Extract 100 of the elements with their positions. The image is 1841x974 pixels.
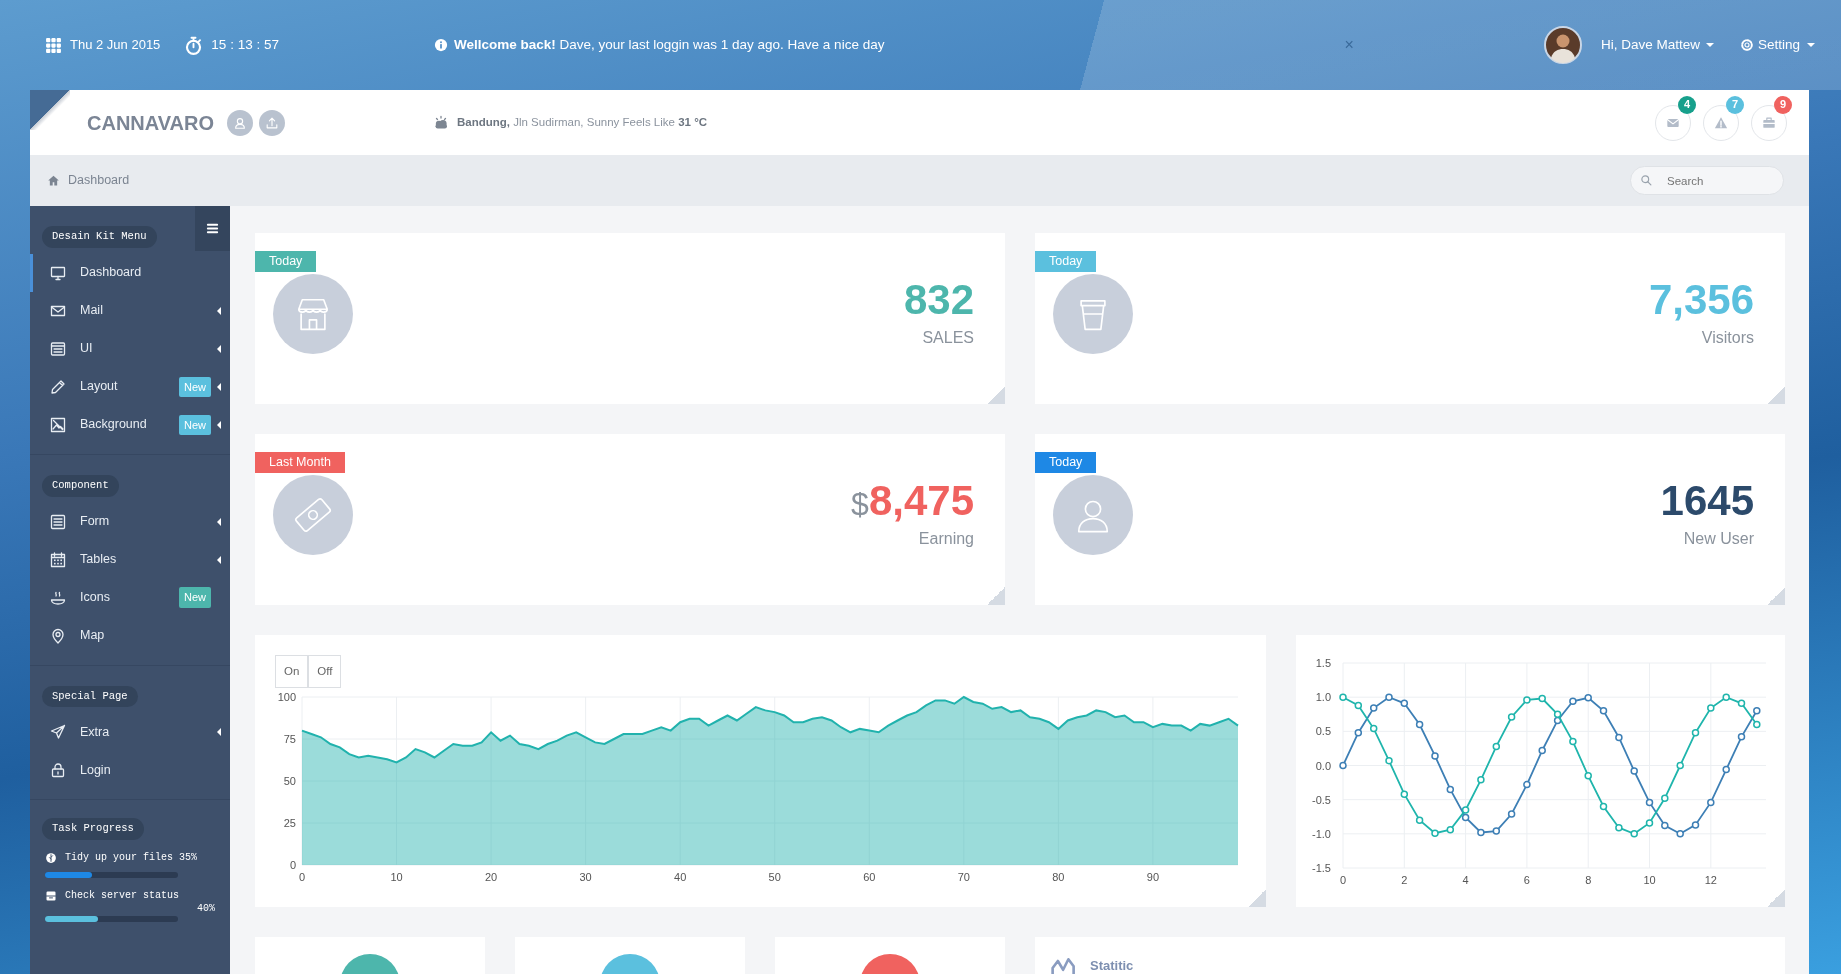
pencil-icon xyxy=(50,378,66,395)
point xyxy=(1339,761,1347,770)
point xyxy=(1354,728,1363,737)
point xyxy=(1523,780,1531,789)
task-label: Tidy up your files 35% xyxy=(65,851,198,865)
axis-label: 90 xyxy=(1146,871,1160,884)
pin-icon xyxy=(50,627,66,644)
point xyxy=(1737,733,1746,741)
upload-button[interactable] xyxy=(259,109,285,136)
list-icon xyxy=(50,513,66,530)
window-icon xyxy=(50,340,66,357)
point xyxy=(1400,790,1409,798)
section-heading: Task Progress xyxy=(42,818,144,840)
point xyxy=(1630,767,1638,775)
menu-icon xyxy=(205,221,220,236)
sidebar-item[interactable]: Map xyxy=(30,616,230,655)
point xyxy=(1538,746,1546,755)
sidebar-item[interactable]: Layout New xyxy=(30,367,230,406)
search-icon xyxy=(1640,174,1652,186)
stat-value: 1645 xyxy=(1660,478,1754,524)
axis-label: 1.0 xyxy=(1315,691,1331,704)
period-tag: Today xyxy=(1035,452,1097,473)
stat-value: 7,356 xyxy=(1648,277,1754,323)
stat-label: SALES xyxy=(921,328,974,349)
new-badge: New xyxy=(179,414,211,435)
axis-label: 2 xyxy=(1401,874,1408,886)
point xyxy=(1492,827,1501,835)
stat-label: New User xyxy=(1682,529,1754,550)
point xyxy=(1630,830,1638,838)
toggle-button[interactable]: On xyxy=(275,655,309,689)
point xyxy=(1400,699,1409,708)
point xyxy=(1385,756,1393,765)
count-badge: 4 xyxy=(1678,95,1696,114)
point xyxy=(1645,819,1654,827)
count-badge: 9 xyxy=(1774,95,1792,114)
sidebar-item[interactable]: Dashboard xyxy=(30,253,230,292)
point xyxy=(1369,724,1378,733)
axis-label: 40 xyxy=(674,871,687,884)
user-icon xyxy=(233,115,247,130)
axis-label: 75 xyxy=(283,733,296,746)
welcome-message: Wellcome back! Dave, your last loggin was 1 day ago. Have a nice day xyxy=(453,35,885,54)
axis-label: 12 xyxy=(1704,874,1717,886)
axis-label: 30 xyxy=(579,871,592,884)
caret-icon xyxy=(1705,43,1714,47)
point xyxy=(1461,813,1470,822)
stat-label: Visitors xyxy=(1700,328,1754,349)
image-icon xyxy=(50,416,66,433)
toggle-button[interactable]: Off xyxy=(308,655,342,689)
axis-label: -0.5 xyxy=(1312,793,1331,806)
sidebar-item[interactable]: UI xyxy=(30,329,230,368)
sidebar-item[interactable]: Form xyxy=(30,502,230,541)
axis-label: 8 xyxy=(1585,874,1592,886)
point xyxy=(1615,823,1623,832)
axis-label: 20 xyxy=(484,871,498,884)
point xyxy=(1492,742,1501,751)
axis-label: 4 xyxy=(1462,874,1469,886)
point xyxy=(1661,794,1669,803)
point xyxy=(1446,825,1455,834)
task-label: Check server status xyxy=(65,889,180,903)
task-percent: 40% xyxy=(197,902,215,916)
sidebar-item[interactable]: Extra xyxy=(30,713,230,752)
stat-value: 832 xyxy=(903,277,974,323)
search-field[interactable]: Search xyxy=(1630,166,1784,195)
point xyxy=(1753,720,1761,729)
profile-button[interactable] xyxy=(227,109,253,136)
sidebar-item[interactable]: Tables xyxy=(30,540,230,579)
settings-icon xyxy=(1739,38,1754,52)
new-badge: New xyxy=(179,376,211,397)
point xyxy=(1691,728,1700,737)
point xyxy=(1661,821,1669,830)
point xyxy=(1569,737,1577,746)
lock-icon xyxy=(50,762,66,779)
axis-label: 10 xyxy=(1643,874,1656,886)
point xyxy=(1584,694,1592,702)
point xyxy=(1599,802,1608,811)
point xyxy=(1339,693,1347,701)
period-tag: Last Month xyxy=(255,452,345,473)
sidebar-item[interactable]: Icons New xyxy=(30,578,230,617)
point xyxy=(1477,776,1485,784)
menu-button[interactable] xyxy=(195,206,230,251)
axis-label: 50 xyxy=(768,871,781,884)
point xyxy=(1507,713,1516,721)
point xyxy=(1553,710,1562,719)
section-heading: Desain Kit Menu xyxy=(42,226,157,248)
sidebar-item[interactable]: Login xyxy=(30,751,230,790)
sidebar-item[interactable]: Mail xyxy=(30,291,230,330)
axis-label: 10 xyxy=(390,871,403,884)
sidebar-item[interactable]: Background New xyxy=(30,405,230,444)
point xyxy=(1676,830,1684,838)
point xyxy=(1507,810,1516,818)
point xyxy=(1615,733,1623,742)
point xyxy=(1415,720,1424,729)
section-heading: Component xyxy=(42,474,119,497)
point xyxy=(1645,798,1654,807)
point xyxy=(1676,761,1684,770)
axis-label: 0.5 xyxy=(1315,725,1331,738)
period-tag: Today xyxy=(1035,251,1097,272)
plane-icon xyxy=(50,724,66,741)
caret-icon xyxy=(1807,43,1815,47)
count-badge: 7 xyxy=(1726,95,1744,114)
